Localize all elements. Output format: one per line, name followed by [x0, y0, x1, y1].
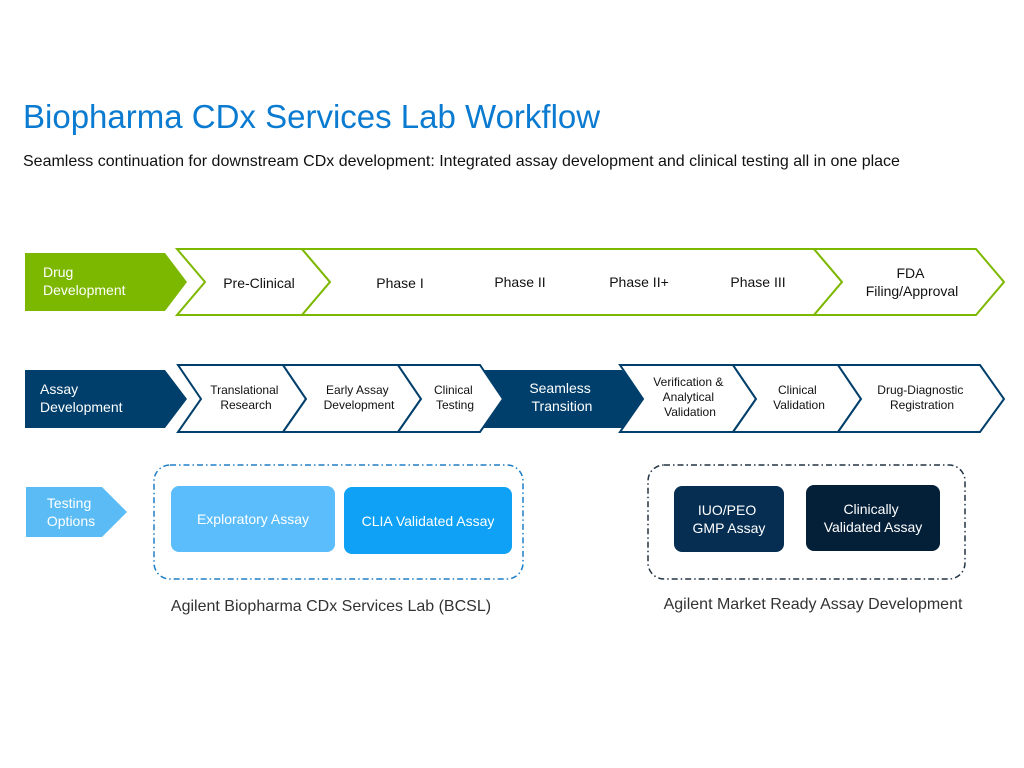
testing-options-row: Testing Options Exploratory Assay CLIA V…: [26, 464, 966, 615]
stage-clinical-testing-label: Clinical Testing: [434, 383, 476, 412]
clia-validated-assay-label: CLIA Validated Assay: [362, 513, 495, 529]
clinically-validated-assay-box[interactable]: [806, 485, 940, 551]
stage-phase-2-label: Phase II: [494, 274, 545, 290]
assay-development-row: Assay Development Translational Research…: [25, 364, 1006, 433]
drug-development-row: Drug Development Pre-Clinical Phase I Ph…: [25, 248, 1006, 316]
stage-phase-1-label: Phase I: [376, 275, 423, 291]
market-ready-group-caption: Agilent Market Ready Assay Development: [664, 596, 963, 613]
stage-verification-label: Verification & Analytical Validation: [653, 375, 726, 419]
stage-translational-research-label: Translational Research: [210, 383, 282, 412]
stage-fda-filing-chevron[interactable]: [811, 248, 1006, 316]
bcsl-group-caption: Agilent Biopharma CDx Services Lab (BCSL…: [171, 598, 491, 615]
exploratory-assay-label: Exploratory Assay: [197, 511, 309, 527]
stage-clinical-validation-label: Clinical Validation: [773, 383, 825, 412]
stage-pre-clinical-label: Pre-Clinical: [223, 275, 295, 291]
stage-phase-3-label: Phase III: [730, 274, 785, 290]
stage-phase-2-plus-label: Phase II+: [609, 274, 669, 290]
stage-early-assay-dev-label: Early Assay Development: [324, 383, 395, 412]
stage-drug-diagnostic-label: Drug-Diagnostic Registration: [877, 383, 966, 412]
iuo-peo-gmp-assay-box[interactable]: [674, 486, 784, 552]
workflow-diagram: Drug Development Pre-Clinical Phase I Ph…: [25, 248, 1006, 615]
